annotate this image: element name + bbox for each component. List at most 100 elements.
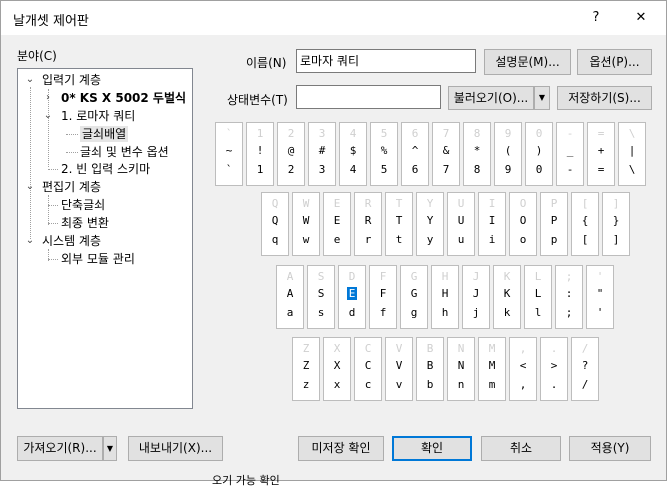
key-row3-0[interactable]: AAa (276, 265, 304, 329)
category-tree[interactable]: ⌄ 입력기 계층 › 0* KS X 5002 두벌식 ⌄ 1. 로마자 쿼티 … (17, 68, 193, 409)
key-row1-5[interactable]: 5% 5 (370, 122, 398, 186)
key-row1-11[interactable]: - _ - (556, 122, 584, 186)
tree-item-key-layout[interactable]: 글쇠배열 (80, 126, 129, 142)
tree-item-shortcut-keys[interactable]: 단축글쇠 (61, 197, 105, 213)
key-row2-8[interactable]: OOo (509, 192, 537, 256)
key-row2-11[interactable]: ]}] (602, 192, 630, 256)
key-row2-2[interactable]: EEe (323, 192, 351, 256)
ok-button[interactable]: 확인 (392, 436, 472, 461)
key-normal-output: g (410, 306, 418, 319)
help-icon[interactable]: ? (581, 7, 611, 29)
key-row3-5[interactable]: HHh (431, 265, 459, 329)
key-row2-7[interactable]: IIi (478, 192, 506, 256)
key-row1-1[interactable]: 1! 1 (246, 122, 274, 186)
collapse-icon[interactable]: ⌄ (25, 179, 35, 195)
key-row1-2[interactable]: 2 @2 (277, 122, 305, 186)
key-base-label: 7 (442, 127, 450, 140)
name-field[interactable]: 로마자 쿼티 (296, 49, 476, 73)
key-row4-2[interactable]: CCc (354, 337, 382, 401)
tree-item-romaja-qwerty[interactable]: 1. 로마자 쿼티 (61, 108, 135, 124)
key-row2-1[interactable]: WWw (292, 192, 320, 256)
key-row1-8[interactable]: 8 * 8 (463, 122, 491, 186)
key-row1-9[interactable]: 9 (9 (494, 122, 522, 186)
key-shift-output: $ (349, 144, 357, 157)
tree-item-blank-schema[interactable]: 2. 빈 입력 스키마 (61, 161, 150, 177)
key-row4-1[interactable]: XXx (323, 337, 351, 401)
export-button[interactable]: 내보내기(X)... (128, 436, 223, 461)
tree-item-system-layer[interactable]: 시스템 계층 (42, 233, 101, 249)
key-row3-6[interactable]: JJj (462, 265, 490, 329)
expand-icon[interactable]: › (43, 90, 53, 106)
key-base-label: C (364, 342, 372, 355)
load-dropdown-icon[interactable]: ▼ (534, 86, 550, 110)
key-normal-output: [ (581, 233, 589, 246)
cancel-button[interactable]: 취소 (481, 436, 561, 461)
tree-item-editor-layer[interactable]: 편집기 계층 (42, 179, 101, 195)
apply-button[interactable]: 적용(Y) (569, 436, 651, 461)
tree-item-input-layer[interactable]: 입력기 계층 (42, 72, 101, 88)
state-var-field[interactable] (296, 85, 441, 109)
key-row2-4[interactable]: TTt (385, 192, 413, 256)
key-normal-output: ` (225, 163, 233, 176)
key-row2-10[interactable]: [{[ (571, 192, 599, 256)
collapse-icon[interactable]: ⌄ (25, 233, 35, 249)
key-row2-9[interactable]: PPp (540, 192, 568, 256)
key-shift-output: Q (271, 214, 279, 227)
key-row4-4[interactable]: BBb (416, 337, 444, 401)
key-row4-7[interactable]: , <, (509, 337, 537, 401)
description-button[interactable]: 설명문(M)... (484, 49, 571, 75)
key-row4-0[interactable]: ZZz (292, 337, 320, 401)
key-base-label: ] (612, 197, 620, 210)
key-row1-6[interactable]: 6 ^ 6 (401, 122, 429, 186)
key-row3-3[interactable]: FFf (369, 265, 397, 329)
key-normal-output: 8 (473, 163, 481, 176)
key-normal-output: q (271, 233, 279, 246)
key-shift-output: * (473, 144, 481, 157)
key-normal-output: t (395, 233, 403, 246)
key-row3-7[interactable]: KKk (493, 265, 521, 329)
unsaved-check-button[interactable]: 미저장 확인 (298, 436, 384, 461)
key-row4-8[interactable]: . >. (540, 337, 568, 401)
key-row1-0[interactable]: ` ~ ` (215, 122, 243, 186)
key-row3-1[interactable]: SSs (307, 265, 335, 329)
tree-item-keys-vars[interactable]: 글쇠 및 변수 옵션 (80, 144, 169, 160)
key-row1-13[interactable]: \ | \ (618, 122, 646, 186)
tree-item-final-convert[interactable]: 최종 변환 (61, 215, 109, 231)
key-base-label: W (302, 197, 310, 210)
tree-item-ks-x-5002[interactable]: 0* KS X 5002 두벌식 (61, 90, 186, 106)
key-base-label: 2 (287, 127, 295, 140)
key-base-label: - (566, 127, 574, 140)
key-normal-output: / (581, 378, 589, 391)
key-row4-3[interactable]: VVv (385, 337, 413, 401)
load-button[interactable]: 불러오기(O)... (448, 86, 534, 110)
key-row1-3[interactable]: 3 #3 (308, 122, 336, 186)
key-row3-8[interactable]: LLl (524, 265, 552, 329)
key-row1-4[interactable]: 4 $4 (339, 122, 367, 186)
key-row2-3[interactable]: RRr (354, 192, 382, 256)
key-shift-output: U (457, 214, 465, 227)
key-row1-12[interactable]: = + = (587, 122, 615, 186)
import-button[interactable]: 가져오기(R)... (17, 436, 103, 461)
collapse-icon[interactable]: ⌄ (43, 108, 53, 124)
key-row4-5[interactable]: NNn (447, 337, 475, 401)
key-row3-4[interactable]: GGg (400, 265, 428, 329)
key-row4-6[interactable]: MMm (478, 337, 506, 401)
close-icon[interactable]: ✕ (626, 7, 656, 29)
key-row4-9[interactable]: /? / (571, 337, 599, 401)
import-dropdown-icon[interactable]: ▼ (103, 436, 117, 461)
key-normal-output: y (426, 233, 434, 246)
key-normal-output: f (379, 306, 387, 319)
key-row2-0[interactable]: QQq (261, 192, 289, 256)
save-button[interactable]: 저장하기(S)... (557, 86, 652, 110)
key-row1-7[interactable]: 7 & 7 (432, 122, 460, 186)
key-row3-9[interactable]: ;:; (555, 265, 583, 329)
key-row1-10[interactable]: 0) 0 (525, 122, 553, 186)
key-row3-10[interactable]: ' " ' (586, 265, 614, 329)
options-button[interactable]: 옵션(P)... (577, 49, 652, 75)
collapse-icon[interactable]: ⌄ (25, 72, 35, 88)
key-row2-5[interactable]: YYy (416, 192, 444, 256)
key-normal-output: 4 (349, 163, 357, 176)
tree-item-external-modules[interactable]: 외부 모듈 관리 (61, 251, 135, 267)
key-row2-6[interactable]: UUu (447, 192, 475, 256)
key-row3-2[interactable]: DEd (338, 265, 366, 329)
